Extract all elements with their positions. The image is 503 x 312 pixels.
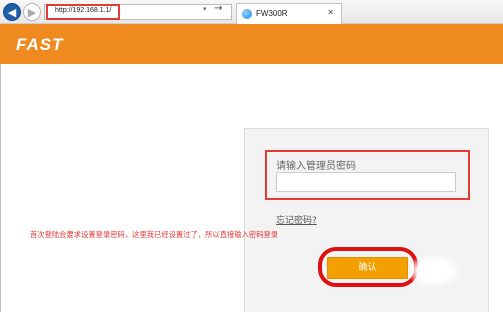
fast-logo: FAST bbox=[16, 35, 64, 54]
forgot-password-link[interactable]: 忘记密码? bbox=[276, 213, 317, 226]
url-highlight-box bbox=[46, 4, 120, 20]
close-icon[interactable]: ✕ bbox=[327, 8, 334, 17]
tab-title: FW300R bbox=[256, 9, 288, 18]
forward-arrow-icon[interactable]: ▶ bbox=[23, 3, 41, 21]
smudge-overlay bbox=[408, 255, 460, 287]
ie-favicon-icon bbox=[242, 9, 252, 19]
password-input[interactable] bbox=[276, 172, 456, 192]
browser-tab[interactable]: FW300R ✕ bbox=[236, 3, 342, 24]
go-arrow-icon[interactable]: → bbox=[214, 3, 222, 14]
dropdown-arrow-icon[interactable]: ▾ bbox=[203, 5, 207, 13]
password-label: 请输入管理员密码 bbox=[276, 161, 356, 172]
back-arrow-icon[interactable]: ◀ bbox=[3, 3, 21, 21]
annotation-text: 首次登陆会要求设置登录密码，这里我已经设置过了，所以直接输入密码登录 bbox=[30, 230, 279, 239]
browser-toolbar: ◀ ▶ http://192.168.1.1/ ▾ → FW300R ✕ bbox=[0, 0, 503, 24]
confirm-button[interactable]: 确认 bbox=[327, 257, 408, 279]
page-border bbox=[0, 64, 1, 312]
app-header: FAST bbox=[0, 24, 503, 64]
